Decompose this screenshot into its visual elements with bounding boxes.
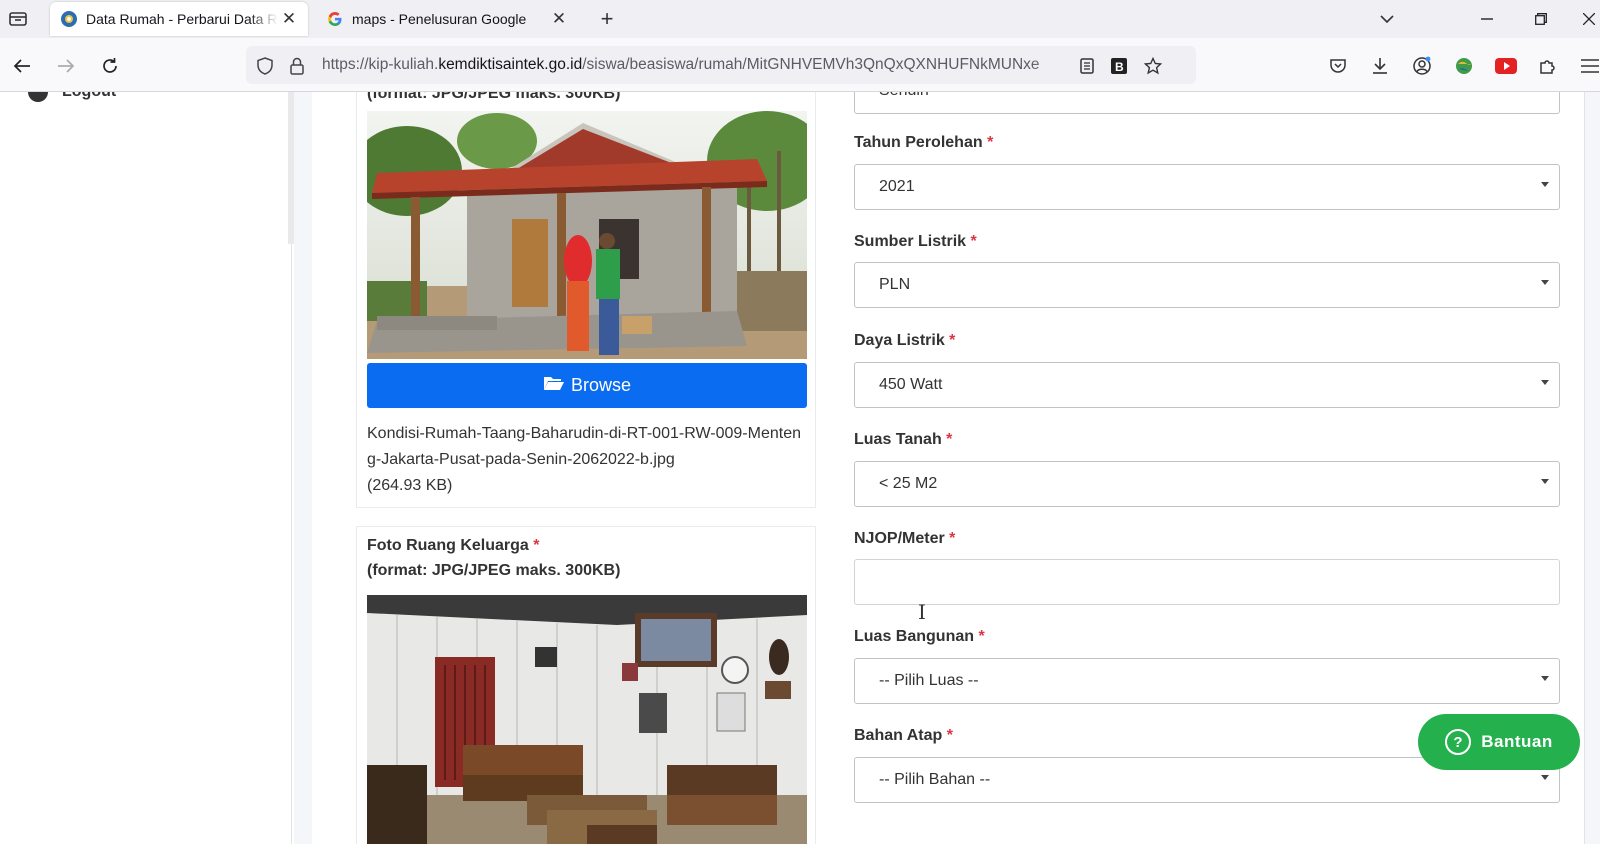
tahun-perolehan-label: Tahun Perolehan * <box>854 134 994 151</box>
chevron-down-icon <box>1541 380 1549 385</box>
select-value: 2021 <box>879 178 915 195</box>
photo-card-family-room: Foto Ruang Keluarga * (format: JPG/JPEG … <box>356 526 816 844</box>
globe-extension-icon[interactable] <box>1452 54 1476 78</box>
daya-listrik-select[interactable]: 450 Watt <box>854 362 1560 408</box>
restore-icon[interactable] <box>1526 6 1556 32</box>
select-value: Sendiri <box>879 92 929 100</box>
text-cursor-icon: I <box>918 600 926 624</box>
content-background <box>294 92 312 844</box>
shield-icon[interactable] <box>254 55 276 77</box>
close-tab-icon[interactable]: ✕ <box>548 8 570 30</box>
question-circle-icon: ? <box>1445 729 1472 755</box>
minimize-icon[interactable] <box>1472 6 1502 32</box>
njop-meter-input[interactable] <box>854 559 1560 605</box>
url-bar[interactable]: https://kip-kuliah.kemdiktisaintek.go.id… <box>246 46 1196 84</box>
new-tab-icon[interactable]: + <box>594 6 620 32</box>
menu-hamburger-icon[interactable] <box>1578 54 1600 78</box>
sidebar-item-label: Logout <box>62 92 116 101</box>
help-button-label: Bantuan <box>1481 732 1553 751</box>
select-value: < 25 M2 <box>879 475 938 492</box>
bold-extension-icon[interactable]: B <box>1108 55 1130 77</box>
uploaded-file-size: (264.93 KB) <box>367 477 453 494</box>
select-value: -- Pilih Bahan -- <box>879 771 991 788</box>
svg-text:B: B <box>1115 60 1124 74</box>
kip-favicon-icon <box>60 10 78 28</box>
extensions-puzzle-icon[interactable] <box>1536 54 1560 78</box>
reload-icon[interactable] <box>96 52 124 80</box>
lock-icon[interactable] <box>286 55 308 77</box>
njop-meter-label: NJOP/Meter * <box>854 530 956 547</box>
sidebar-item-logout[interactable]: Logout <box>28 92 116 102</box>
chevron-down-icon <box>1541 182 1549 187</box>
youtube-extension-icon[interactable] <box>1494 54 1518 78</box>
uploaded-file-name: Kondisi-Rumah-Taang-Baharudin-di-RT-001-… <box>367 425 801 494</box>
house-photo <box>367 111 807 359</box>
pocket-icon[interactable] <box>1326 54 1350 78</box>
chevron-down-icon <box>1541 479 1549 484</box>
back-arrow-icon[interactable] <box>8 52 36 80</box>
tab-title: maps - Penelusuran Google <box>352 11 527 27</box>
reader-view-icon[interactable] <box>1076 55 1098 77</box>
close-tab-icon[interactable]: ✕ <box>278 8 300 30</box>
family-room-photo <box>367 595 807 844</box>
url-text[interactable]: https://kip-kuliah.kemdiktisaintek.go.id… <box>322 56 1092 74</box>
bahan-atap-label: Bahan Atap * <box>854 727 953 744</box>
help-button[interactable]: ? Bantuan <box>1418 714 1580 770</box>
bookmark-star-icon[interactable] <box>1142 55 1164 77</box>
luas-bangunan-select[interactable]: -- Pilih Luas -- <box>854 658 1560 704</box>
browser-tab-bar: Data Rumah - Perbarui Data Rumah ✕ maps … <box>0 0 1600 38</box>
status-kepemilikan-select[interactable]: Sendiri <box>854 92 1560 114</box>
google-favicon-icon <box>326 10 344 28</box>
page-content: Logout (format: JPG/JPEG maks. 300KB) <box>0 92 1600 844</box>
download-icon[interactable] <box>1368 54 1392 78</box>
page-scrollbar[interactable] <box>1584 92 1600 844</box>
browser-nav-bar: https://kip-kuliah.kemdiktisaintek.go.id… <box>0 38 1600 92</box>
forward-arrow-icon[interactable] <box>52 52 80 80</box>
account-icon[interactable] <box>1410 54 1434 78</box>
tab-title: Data Rumah - Perbarui Data Rumah <box>86 11 278 27</box>
luas-tanah-label: Luas Tanah * <box>854 431 953 448</box>
photo-card-title: Foto Ruang Keluarga * <box>367 537 540 554</box>
luas-bangunan-label: Luas Bangunan * <box>854 628 985 645</box>
folder-open-icon <box>543 375 565 396</box>
chevron-down-icon <box>1541 775 1549 780</box>
tab-data-rumah[interactable]: Data Rumah - Perbarui Data Rumah ✕ <box>50 2 308 36</box>
sumber-listrik-select[interactable]: PLN <box>854 262 1560 308</box>
browse-button-label: Browse <box>570 375 632 395</box>
tahun-perolehan-select[interactable]: 2021 <box>854 164 1560 210</box>
chevron-down-icon <box>1541 280 1549 285</box>
select-value: -- Pilih Luas -- <box>879 672 979 689</box>
sidebar: Logout <box>0 92 292 844</box>
list-all-tabs-icon[interactable] <box>1372 6 1402 32</box>
browse-button[interactable]: Browse <box>367 363 807 408</box>
tab-google-maps[interactable]: maps - Penelusuran Google ✕ <box>316 2 578 36</box>
luas-tanah-select[interactable]: < 25 M2 <box>854 461 1560 507</box>
select-value: 450 Watt <box>879 376 943 393</box>
sumber-listrik-label: Sumber Listrik * <box>854 233 977 250</box>
select-value: PLN <box>879 276 911 293</box>
photo-format-label: (format: JPG/JPEG maks. 300KB) <box>367 92 621 102</box>
tab-list-icon[interactable] <box>6 8 30 30</box>
daya-listrik-label: Daya Listrik * <box>854 332 956 349</box>
photo-card-house: (format: JPG/JPEG maks. 300KB) Browse Ko… <box>356 92 816 508</box>
chevron-down-icon <box>1541 676 1549 681</box>
close-window-icon[interactable] <box>1574 6 1600 32</box>
photo-format-label: (format: JPG/JPEG maks. 300KB) <box>367 562 621 579</box>
logout-icon <box>28 92 48 102</box>
